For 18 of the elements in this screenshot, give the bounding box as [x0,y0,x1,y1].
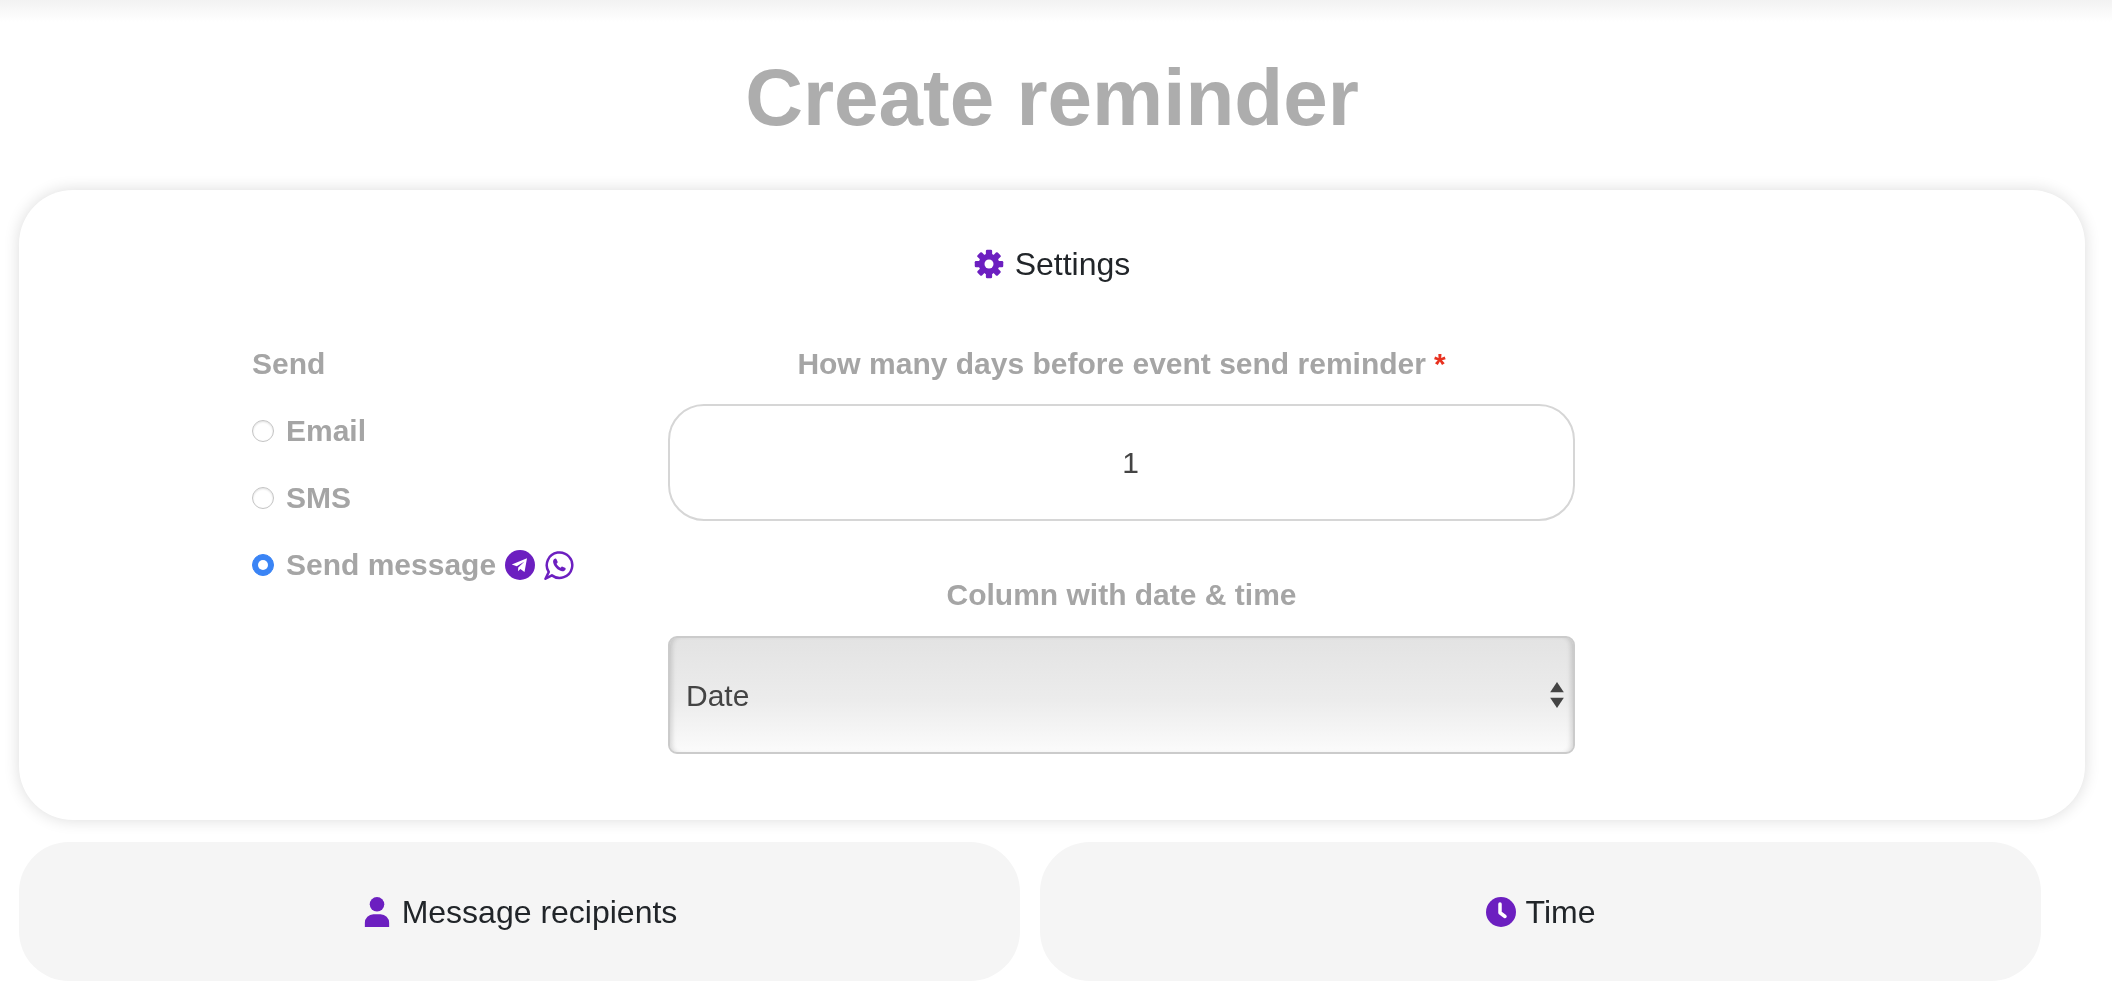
field-label: Column with date & time [946,577,1297,613]
phone-bubble-icon [544,549,575,580]
radio-button[interactable] [252,486,274,509]
paper-plane-icon [505,549,536,580]
days-input[interactable]: 1 [668,404,1575,521]
radio-button[interactable] [252,419,274,442]
section-button[interactable]: Time [1040,842,2041,981]
required-mark: * [1433,346,1446,382]
date-column-select[interactable]: Date [668,636,1575,754]
radio-button[interactable] [252,553,274,576]
field-label: How many days before event send reminder [797,346,1426,382]
field-label: Send [252,346,326,382]
clock-icon [1485,896,1516,927]
card-title: Settings [1014,245,1131,283]
section-button[interactable]: Message recipients [19,842,1020,981]
up-down-arrows-icon [1550,682,1564,708]
page-title: Create reminder [745,52,1359,138]
gear-icon [973,249,1004,279]
